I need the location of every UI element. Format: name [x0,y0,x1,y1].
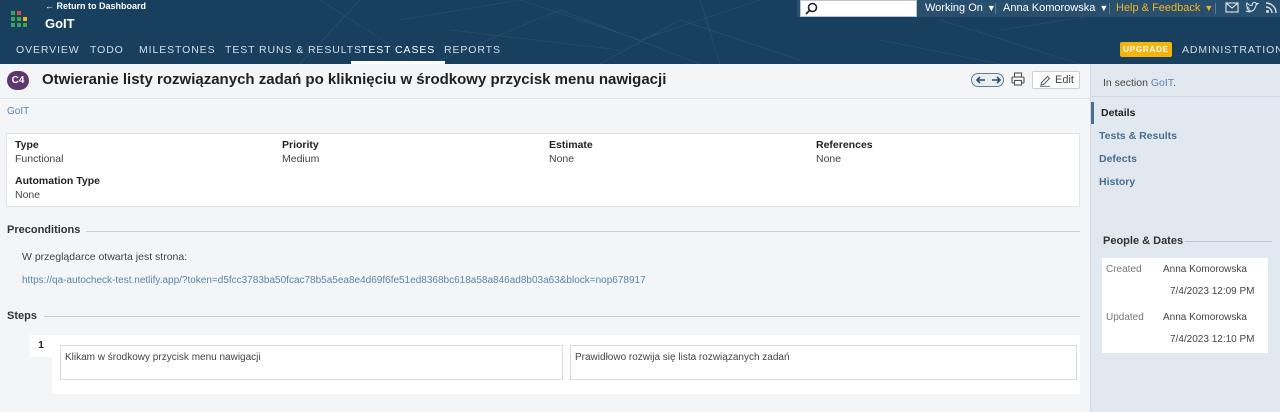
step-number: 1 [30,335,52,357]
divider [995,3,996,14]
divider [1091,96,1280,97]
divider [44,316,1080,317]
fields-panel: Type Functional Priority Medium Estimate… [6,133,1080,207]
preconditions-heading: Preconditions [7,224,81,236]
administration-link[interactable]: ADMINISTRATION [1182,42,1280,59]
tab-reports[interactable]: REPORTS [444,42,501,64]
updated-by: Anna Komorowska [1163,312,1247,323]
sidebar-section-link[interactable]: GoIT [1151,77,1173,89]
field-priority: Priority Medium [282,139,319,165]
upgrade-button[interactable]: UPGRADE [1120,42,1172,57]
user-name: Anna Komorowska [1003,2,1096,14]
help-feedback-label: Help & Feedback [1116,2,1201,14]
project-name[interactable]: GoIT [45,16,75,31]
pencil-icon [1040,75,1051,87]
search-icon [805,2,818,15]
rss-icon[interactable] [1265,1,1278,14]
field-references: References None [816,139,873,165]
edit-label: Edit [1055,74,1074,86]
created-label: Created [1106,264,1142,275]
field-value: Medium [282,153,320,165]
people-dates-heading: People & Dates [1103,235,1184,247]
divider [86,231,1080,232]
section-link[interactable]: GoIT [7,106,29,117]
updated-label: Updated [1106,312,1144,323]
sidebar-item-details[interactable]: Details [1101,107,1135,119]
field-label: Type [15,139,39,151]
help-feedback-menu[interactable]: Help & Feedback ▼ [1116,0,1213,17]
section-suffix: . [1173,77,1176,89]
people-dates-panel: Created Anna Komorowska 7/4/2023 12:09 P… [1102,258,1268,353]
step-expected-cell: Prawidłowo rozwija się lista rozwiązanyc… [570,345,1077,380]
field-value: Functional [15,153,64,165]
created-at: 7/4/2023 12:09 PM [1170,286,1255,297]
top-utility-bar: Working On ▼ Anna Komorowska ▼ Help & Feed… [797,0,1280,17]
sidebar-section-info: In section GoIT. [1103,77,1176,89]
tab-test-runs-results[interactable]: TEST RUNS & RESULTS [225,42,362,64]
field-estimate: Estimate None [549,139,593,165]
field-label: Automation Type [15,175,100,187]
tab-overview[interactable]: OVERVIEW [16,42,80,64]
created-by: Anna Komorowska [1163,264,1247,275]
search-input[interactable] [800,0,917,17]
sidebar-item-tests-results[interactable]: Tests & Results [1099,130,1177,142]
field-value: None [549,153,575,165]
sidebar-item-history[interactable]: History [1099,176,1135,188]
divider [1109,3,1110,14]
return-to-dashboard-link[interactable]: ← Return to Dashboard [45,1,146,11]
right-sidebar: In section GoIT. Details Tests & Results… [1090,64,1280,412]
chevron-down-icon: ▼ [1204,3,1214,13]
field-value: None [816,153,842,165]
divider [1215,3,1216,14]
working-on-label: Working On [925,2,983,14]
tab-todo[interactable]: TODO [90,42,124,64]
section-prefix: In section [1103,77,1148,89]
case-id-badge: C4 [7,71,29,90]
field-label: Priority [282,139,319,151]
mail-icon[interactable] [1225,1,1239,14]
title-row: C4 Otwieranie listy rozwiązanych zadań p… [0,64,1090,98]
preconditions-url-link[interactable]: https://qa-autocheck-test.netlify.app/?t… [22,275,646,286]
preconditions-text: W przeglądarce otwarta jest strona: [22,251,188,263]
app-logo-icon[interactable] [11,11,29,29]
tab-milestones[interactable]: MILESTONES [139,42,216,64]
field-automation-type: Automation Type None [15,175,100,201]
updated-at: 7/4/2023 12:10 PM [1170,334,1255,345]
edit-button[interactable]: Edit [1032,71,1080,89]
app-header: ← Return to Dashboard GoIT Working On ▼ A… [0,0,1280,64]
print-icon[interactable] [1011,72,1025,86]
field-label: Estimate [549,139,593,151]
user-menu[interactable]: Anna Komorowska ▼ [1003,0,1108,17]
main-content: C4 Otwieranie listy rozwiązanych zadań p… [0,64,1090,412]
field-type: Type Functional [15,139,63,165]
sidebar-item-defects[interactable]: Defects [1099,153,1137,165]
tab-test-cases[interactable]: TEST CASES [350,42,446,64]
active-indicator [1091,102,1094,124]
twitter-icon[interactable] [1245,1,1259,14]
step-content-cell: Klikam w środkowy przycisk menu nawigacj… [60,345,563,380]
steps-heading: Steps [7,310,37,322]
field-label: References [816,139,873,151]
chevron-down-icon: ▼ [1099,3,1109,13]
arrow-left-icon[interactable] [973,74,989,86]
divider [0,98,1090,99]
prev-next-arrows[interactable] [971,73,1004,87]
working-on-menu[interactable]: Working On ▼ [925,0,996,17]
arrow-right-icon[interactable] [988,74,1004,86]
field-value: None [15,189,41,201]
divider [1185,241,1272,242]
page-title: Otwieranie listy rozwiązanych zadań po k… [42,71,667,88]
